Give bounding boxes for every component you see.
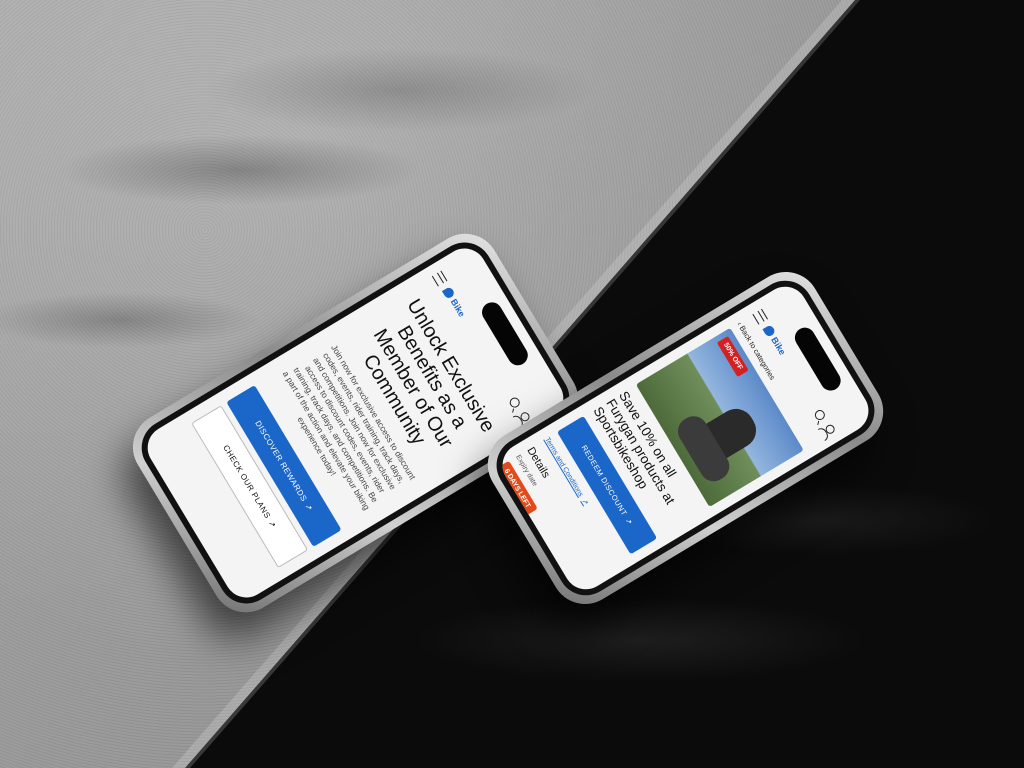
photo-scene: Bike Unlock Exclusive Benefits as a Memb… bbox=[0, 0, 1024, 768]
arrow-up-right-icon: ↗ bbox=[623, 516, 635, 527]
logo-text[interactable]: Bike bbox=[449, 297, 467, 318]
search-icon[interactable] bbox=[507, 395, 522, 410]
arrow-up-right-icon: ↗ bbox=[580, 497, 590, 507]
arrow-up-right-icon: ↗ bbox=[266, 518, 279, 530]
search-icon[interactable] bbox=[812, 408, 827, 422]
arrow-up-right-icon: ↗ bbox=[303, 502, 315, 513]
user-icon[interactable] bbox=[824, 422, 837, 436]
logo-text[interactable]: Bike bbox=[769, 335, 787, 356]
menu-icon[interactable] bbox=[752, 308, 769, 325]
menu-icon[interactable] bbox=[432, 270, 448, 287]
logo-icon[interactable] bbox=[441, 285, 456, 300]
logo-icon[interactable] bbox=[762, 324, 777, 338]
